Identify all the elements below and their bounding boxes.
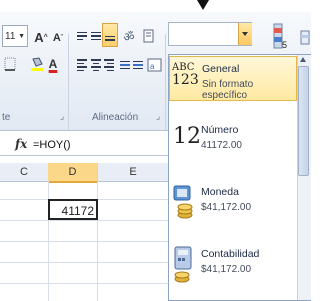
insert-function-icon[interactable]: fx [15,137,27,151]
align-bottom-button[interactable] [102,23,118,47]
font-group-label: te [2,112,11,123]
paint-bucket-icon [31,57,43,71]
borders-icon [4,57,16,71]
align-right-icon [104,59,114,71]
column-header-d[interactable]: D [48,163,98,183]
chevron-down-icon[interactable] [238,23,252,45]
wrap-text-icon [143,29,154,43]
general-format-icon: ABC 123 [172,63,200,88]
scroll-up-icon[interactable] [300,57,306,62]
formula-input[interactable]: =HOY() [33,139,71,151]
align-middle-button[interactable] [89,25,103,47]
svg-text:5: 5 [282,40,287,50]
grow-font-icon: A [34,29,44,45]
shrink-font-button[interactable]: Aˇ [50,27,66,49]
font-size-value: 11 [5,30,16,42]
general-icon-text-bottom: 123 [172,72,199,88]
align-bottom-icon [105,35,115,41]
cell-styles-button[interactable] [298,27,312,49]
text-orientation-icon: ॐ [123,29,135,44]
svg-text:a: a [150,62,155,71]
cell-styles-icon [300,30,310,45]
format-sample: 41172.00 [201,140,242,151]
decrease-indent-button[interactable] [118,55,132,75]
number-format-icon: 12 [173,124,201,149]
align-left-button[interactable] [75,55,89,75]
format-item-accounting[interactable]: Contabilidad $41,172.00 [169,242,297,287]
format-item-number[interactable]: 12 Número 41172.00 [169,118,297,163]
format-name: Contabilidad [201,248,260,260]
orientation-button[interactable]: ॐ [120,25,138,47]
format-item-general[interactable]: ABC 123 General Sin formato específico [169,56,297,101]
format-sample: Sin formato específico [202,79,254,101]
accounting-format-icon [174,246,192,283]
format-sample: $41,172.00 [201,202,252,213]
font-color-button[interactable]: A [45,53,61,75]
increase-indent-icon [133,60,143,70]
active-cell-d[interactable]: 41172 [48,199,98,220]
align-top-icon [77,31,87,41]
decrease-indent-icon [120,60,130,70]
scroll-thumb[interactable] [298,66,309,176]
alignment-group-label: Alineación [92,112,139,123]
align-center-icon [91,59,101,71]
merge-center-button[interactable]: a [145,55,165,75]
group-separator [165,34,166,130]
font-color-icon: A [48,57,58,71]
row-gridline [0,241,168,242]
grow-font-button[interactable]: A ^ [33,25,49,49]
increase-indent-button[interactable] [131,55,145,75]
column-header-e[interactable]: E [98,163,168,181]
wrap-text-button[interactable] [141,25,157,47]
shrink-font-icon: A [52,32,61,44]
borders-button[interactable] [2,53,18,75]
format-name: Moneda [201,186,239,198]
align-center-button[interactable] [89,55,103,75]
chevron-down-icon: ▼ [18,32,25,40]
table-format-icon: 5 [273,23,287,50]
align-top-button[interactable] [75,25,89,47]
conditional-format-button[interactable]: 5 [271,21,291,53]
format-name: Número [201,124,239,136]
row-gridline [0,262,168,263]
format-name: General [202,63,240,75]
currency-format-icon [173,185,193,219]
align-middle-icon [91,31,101,41]
fill-color-button[interactable] [28,53,46,75]
align-left-icon [77,59,87,71]
format-item-currency[interactable]: Moneda $41,172.00 [169,180,297,225]
merge-cells-icon: a [147,58,162,72]
align-right-button[interactable] [102,55,116,75]
dropdown-pointer-arrow [197,0,209,10]
column-header-c[interactable]: C [0,163,49,181]
format-sample: $41,172.00 [201,264,252,275]
font-size-combobox[interactable]: 11 ▼ [2,25,28,47]
row-gridline [0,283,168,284]
alignment-dialog-launcher[interactable]: ⌟ [156,112,165,121]
group-separator [68,34,69,130]
